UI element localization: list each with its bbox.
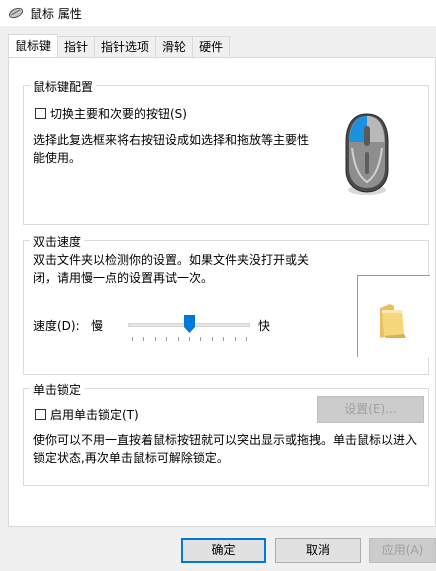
slider-tick — [189, 337, 190, 341]
tab-pointer-options[interactable]: 指针选项 — [94, 36, 157, 57]
double-click-description: 双击文件夹以检测你的设置。如果文件夹没打开或关闭，请用慢一点的设置再试一次。 — [33, 253, 310, 285]
double-click-group: 双击速度 双击文件夹以检测你的设置。如果文件夹没打开或关闭，请用慢一点的设置再试… — [23, 233, 430, 375]
window-title: 鼠标 属性 — [30, 7, 82, 21]
apply-button[interactable]: 应用(A) — [369, 538, 436, 563]
mouse-image-icon — [345, 113, 389, 195]
tab-strip: 鼠标键 指针 指针选项 滑轮 硬件 — [8, 34, 231, 58]
slider-tick — [166, 337, 168, 341]
slider-tick — [177, 337, 179, 341]
enable-click-lock-checkbox[interactable] — [35, 409, 46, 420]
button-config-group: 鼠标键配置 切换主要和次要的按钮(S) 选择此复选框来将右按钮设成如选择和拖放等… — [23, 78, 429, 225]
tab-wheel[interactable]: 滑轮 — [155, 36, 194, 57]
slider-tick — [132, 337, 133, 341]
slider-tick — [211, 337, 213, 341]
cancel-button[interactable]: 取消 — [275, 538, 361, 563]
slider-tick — [223, 337, 225, 341]
double-click-test-area[interactable] — [357, 275, 430, 357]
swap-description: 选择此复选框来将右按钮设成如选择和拖放等主要性能使用。 — [33, 133, 310, 165]
double-click-title: 双击速度 — [30, 233, 85, 250]
speed-label: 速度(D): — [33, 319, 80, 333]
click-lock-description: 使你可以不用一直按着鼠标按钮就可以突出显示或拖拽。单击鼠标以进入锁定状态,再次单… — [33, 433, 418, 465]
click-lock-settings-button[interactable]: 设置(E)... — [317, 396, 424, 423]
enable-click-lock-label[interactable]: 启用单击锁定(T) — [50, 406, 139, 423]
slider-tick — [143, 337, 145, 341]
slider-tick — [154, 337, 156, 341]
click-lock-title: 单击锁定 — [30, 381, 85, 398]
swap-buttons-checkbox[interactable] — [35, 108, 46, 119]
title-bar: 鼠标 属性 — [0, 0, 436, 26]
ok-button[interactable]: 确定 — [181, 538, 266, 563]
fast-label: 快 — [258, 319, 271, 333]
swap-buttons-label[interactable]: 切换主要和次要的按钮(S) — [50, 105, 187, 122]
click-lock-group: 单击锁定 启用单击锁定(T) 设置(E)... 使你可以不用一直按着鼠标按钮就可… — [23, 381, 429, 486]
speed-slider-thumb[interactable] — [183, 315, 195, 333]
mouse-icon — [8, 7, 24, 19]
tab-hardware[interactable]: 硬件 — [192, 36, 231, 57]
slider-tick — [234, 337, 236, 341]
slow-label: 慢 — [91, 319, 104, 333]
tab-pointers[interactable]: 指针 — [57, 36, 96, 57]
slider-tick — [200, 337, 202, 341]
tab-panel: 鼠标键配置 切换主要和次要的按钮(S) 选择此复选框来将右按钮设成如选择和拖放等… — [8, 57, 436, 527]
slider-tick — [246, 337, 247, 341]
tab-buttons[interactable]: 鼠标键 — [8, 34, 59, 57]
button-config-title: 鼠标键配置 — [30, 78, 97, 95]
folder-icon[interactable] — [376, 304, 408, 338]
